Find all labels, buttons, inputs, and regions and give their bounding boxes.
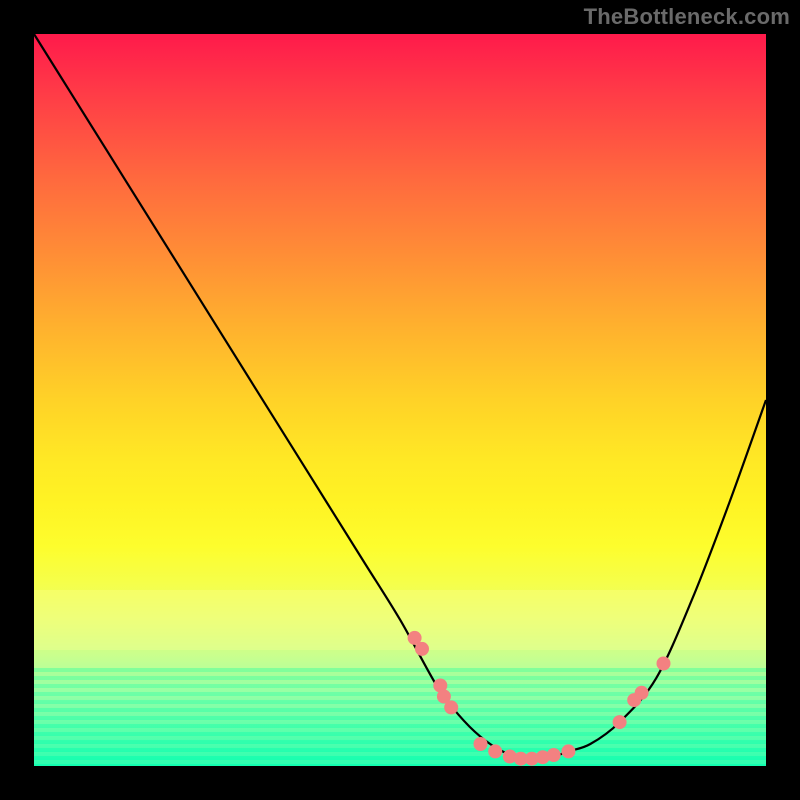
fit-marker <box>561 744 575 758</box>
chart-frame: TheBottleneck.com <box>0 0 800 800</box>
watermark-text: TheBottleneck.com <box>584 4 790 30</box>
fit-marker <box>613 715 627 729</box>
fit-marker <box>635 686 649 700</box>
fit-marker <box>474 737 488 751</box>
bottleneck-curve <box>34 34 766 760</box>
plot-area <box>34 34 766 766</box>
fit-marker <box>415 642 429 656</box>
chart-svg <box>34 34 766 766</box>
fit-marker <box>547 748 561 762</box>
fit-marker <box>488 744 502 758</box>
fit-marker <box>444 700 458 714</box>
fit-markers <box>408 631 671 766</box>
fit-marker <box>657 657 671 671</box>
